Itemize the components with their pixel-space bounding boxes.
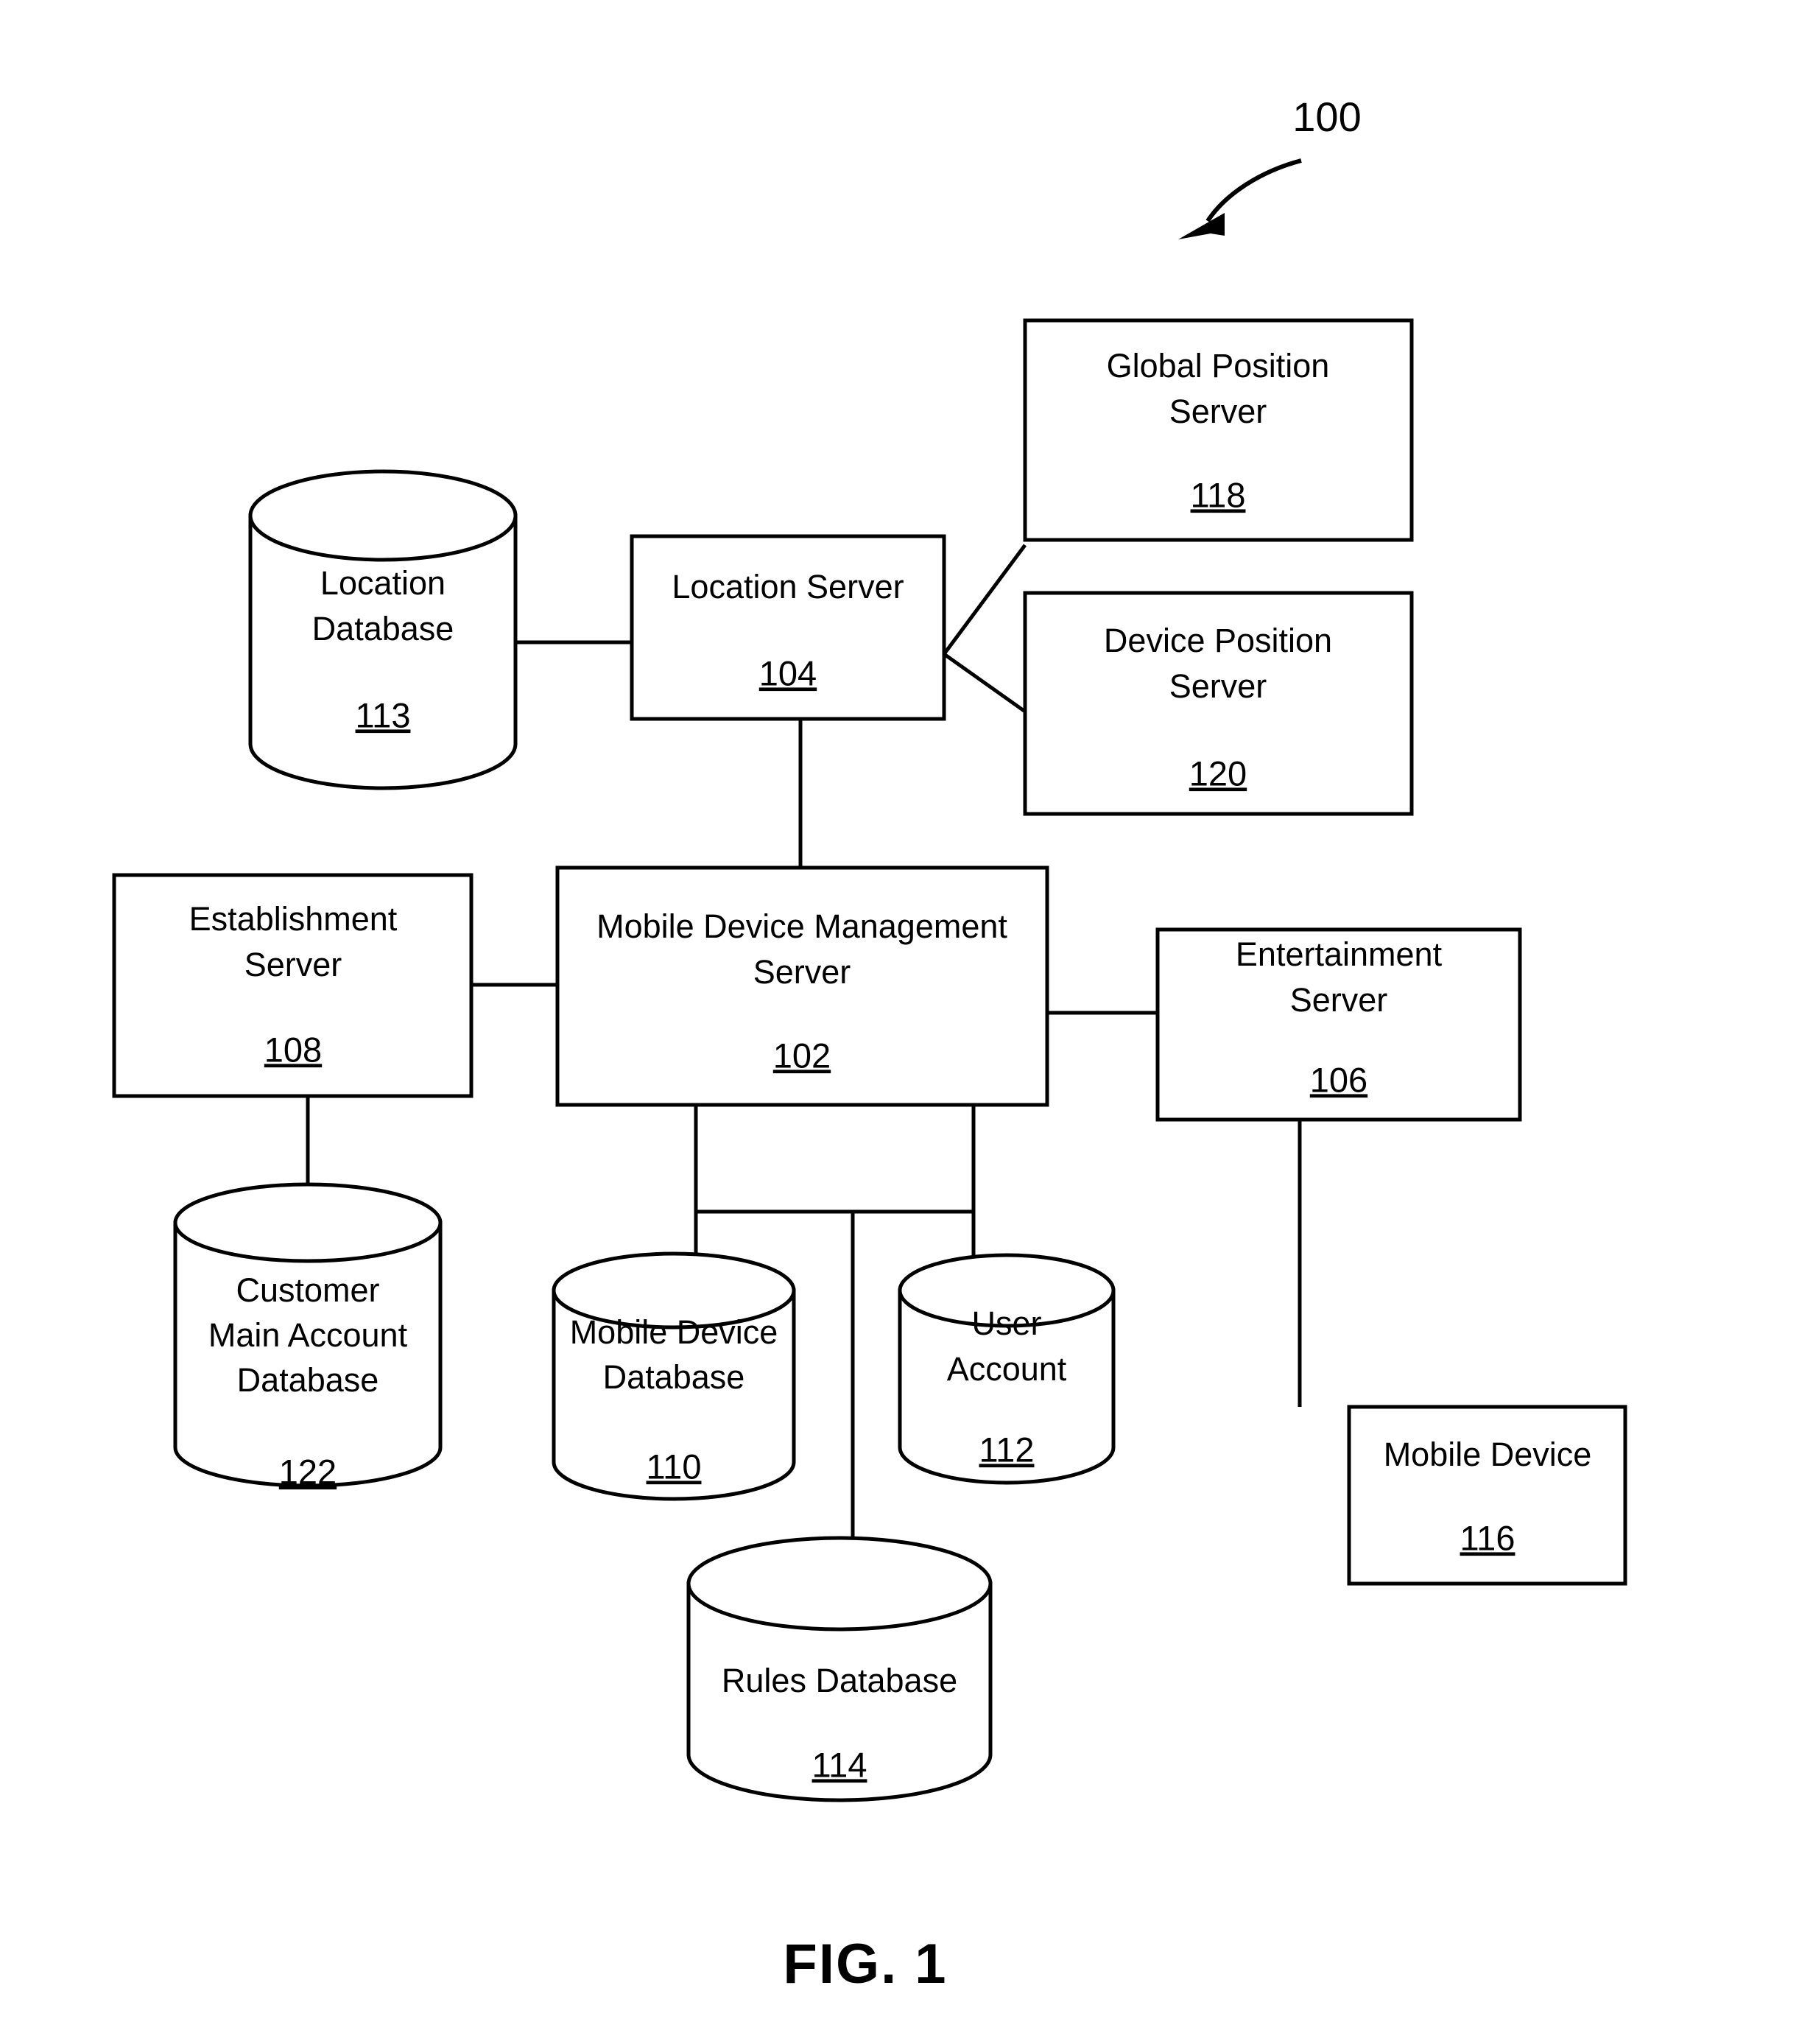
rules-database-ref: 114 [812, 1745, 867, 1784]
node-user-account[interactable]: User Account 112 [898, 1253, 1116, 1485]
user-account-ref: 112 [979, 1430, 1035, 1469]
customer-main-account-database-label-line3: Database [237, 1361, 379, 1399]
user-account-label-line2: Account [947, 1350, 1067, 1388]
global-position-server-label-line2: Server [1169, 393, 1267, 430]
node-mobile-device-database[interactable]: Mobile Device Database 110 [552, 1251, 796, 1501]
location-database-label-line1: Location [320, 564, 446, 602]
node-device-position-server[interactable]: Device Position Server 120 [1023, 591, 1414, 816]
node-rules-database[interactable]: Rules Database 114 [686, 1536, 993, 1802]
mdm-server-ref: 102 [773, 1036, 831, 1075]
node-location-database[interactable]: Location Database 113 [248, 469, 518, 790]
mobile-device-database-label-line2: Database [603, 1358, 745, 1396]
callout-arrow-curve [1205, 158, 1302, 222]
customer-main-account-database-label-line1: Customer [236, 1271, 379, 1309]
system-reference-number: 100 [1292, 94, 1361, 140]
mdm-server-label-line2: Server [753, 953, 851, 991]
system-reference-callout: 100 [1178, 94, 1362, 239]
rules-database-label-line1: Rules Database [722, 1662, 957, 1699]
entertainment-server-ref: 106 [1310, 1060, 1367, 1099]
global-position-server-ref: 118 [1191, 475, 1246, 514]
node-global-position-server[interactable]: Global Position Server 118 [1023, 318, 1414, 542]
system-block-diagram: 100 Location Database 113 Location Serve… [112, 94, 1627, 1995]
device-position-server-label-line1: Device Position [1104, 622, 1332, 659]
mobile-device-label-line1: Mobile Device [1384, 1436, 1592, 1473]
link-location-server-to-global-position-server [942, 544, 1027, 656]
establishment-server-label-line1: Establishment [189, 900, 398, 938]
customer-main-account-database-label-line2: Main Account [208, 1316, 408, 1354]
patent-figure-page: 100 Location Database 113 Location Serve… [0, 0, 1799, 2044]
node-establishment-server[interactable]: Establishment Server 108 [112, 873, 473, 1098]
mobile-device-ref: 116 [1460, 1518, 1515, 1557]
node-customer-main-account-database[interactable]: Customer Main Account Database 122 [173, 1182, 443, 1491]
location-server-label-line1: Location Server [672, 568, 904, 605]
customer-main-account-database-ref: 122 [279, 1452, 337, 1491]
customer-main-account-database-top [173, 1182, 443, 1263]
location-server-ref: 104 [759, 653, 817, 692]
global-position-server-label-line1: Global Position [1107, 347, 1330, 384]
figure-caption: FIG. 1 [783, 1933, 947, 1995]
device-position-server-ref: 120 [1189, 754, 1247, 793]
establishment-server-ref: 108 [264, 1030, 322, 1069]
link-location-server-to-device-position-server [943, 652, 1027, 714]
rules-database-top [686, 1536, 993, 1632]
location-database-label-line2: Database [312, 610, 454, 647]
node-entertainment-server[interactable]: Entertainment Server 106 [1155, 927, 1522, 1122]
node-mobile-device-management-server[interactable]: Mobile Device Management Server 102 [555, 865, 1049, 1107]
callout-arrow-head [1178, 213, 1225, 239]
mdm-server-label-line1: Mobile Device Management [596, 907, 1007, 945]
user-account-label-line1: User [971, 1304, 1041, 1342]
device-position-server-label-line2: Server [1169, 667, 1267, 705]
node-location-server[interactable]: Location Server 104 [630, 534, 946, 721]
entertainment-server-label-line1: Entertainment [1236, 935, 1443, 973]
location-database-top [248, 469, 518, 562]
establishment-server-label-line2: Server [244, 946, 342, 983]
entertainment-server-label-line2: Server [1290, 981, 1388, 1019]
mobile-device-database-ref: 110 [647, 1447, 702, 1486]
mobile-device-database-label-line1: Mobile Device [570, 1313, 778, 1351]
node-mobile-device[interactable]: Mobile Device 116 [1347, 1405, 1627, 1586]
location-database-ref: 113 [356, 695, 411, 734]
